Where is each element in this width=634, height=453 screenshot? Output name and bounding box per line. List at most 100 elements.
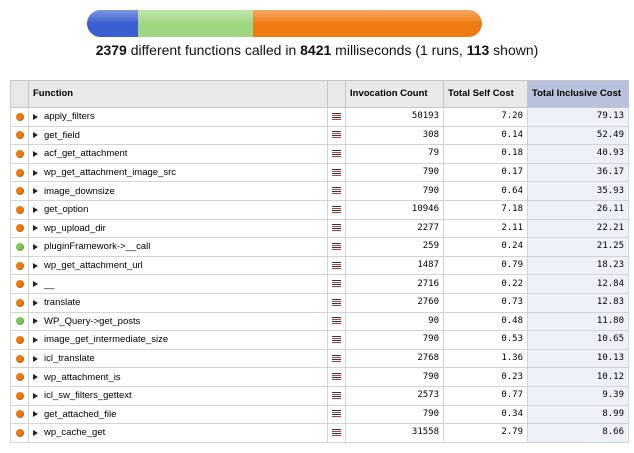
function-name-cell[interactable]: get_field — [28, 125, 328, 146]
source-file-icon[interactable] — [332, 261, 341, 270]
source-cell[interactable] — [327, 162, 346, 183]
source-file-icon[interactable] — [332, 317, 341, 325]
expand-triangle-icon[interactable] — [33, 206, 38, 213]
source-file-icon[interactable] — [332, 410, 341, 418]
function-name-cell[interactable]: icl_sw_filters_gettext — [28, 385, 328, 406]
function-name[interactable]: WP_Query->get_posts — [44, 316, 140, 327]
function-name[interactable]: image_downsize — [44, 186, 115, 197]
table-row[interactable]: get_field 308 0.14 52.49 — [10, 125, 629, 146]
table-row[interactable]: image_downsize 790 0.64 35.93 — [10, 181, 629, 201]
source-cell[interactable] — [327, 330, 346, 350]
table-row[interactable]: pluginFramework->__call 259 0.24 21.25 — [10, 237, 629, 257]
expand-triangle-icon[interactable] — [33, 225, 38, 232]
function-name[interactable]: icl_translate — [44, 353, 95, 364]
source-file-icon[interactable] — [332, 280, 341, 288]
header-total-self-cost[interactable]: Total Self Cost — [443, 80, 528, 108]
source-file-icon[interactable] — [332, 242, 341, 251]
expand-triangle-icon[interactable] — [33, 188, 38, 195]
source-cell[interactable] — [327, 311, 346, 332]
table-row[interactable]: __ 2716 0.22 12.84 — [10, 274, 629, 294]
table-row[interactable]: get_option 10946 7.18 26.11 — [10, 199, 629, 220]
source-file-icon[interactable] — [332, 205, 341, 214]
function-name-cell[interactable]: apply_filters — [28, 107, 328, 127]
function-name[interactable]: pluginFramework->__call — [44, 241, 150, 252]
source-file-icon[interactable] — [332, 187, 341, 195]
function-name-cell[interactable]: translate — [28, 292, 328, 313]
source-file-icon[interactable] — [332, 335, 341, 344]
expand-triangle-icon[interactable] — [33, 429, 38, 436]
header-invocation-count[interactable]: Invocation Count — [345, 80, 444, 108]
function-name-cell[interactable]: wp_cache_get — [28, 423, 328, 443]
source-cell[interactable] — [327, 125, 346, 146]
function-name-cell[interactable]: get_attached_file — [28, 404, 328, 425]
header-total-inclusive-cost[interactable]: Total Inclusive Cost — [527, 80, 629, 108]
function-name-cell[interactable]: wp_upload_dir — [28, 218, 328, 239]
source-cell[interactable] — [327, 367, 346, 387]
expand-triangle-icon[interactable] — [33, 150, 38, 157]
function-name[interactable]: wp_cache_get — [44, 427, 105, 438]
function-name[interactable]: image_get_intermediate_size — [44, 334, 168, 345]
table-row[interactable]: wp_attachment_is 790 0.23 10.12 — [10, 367, 629, 387]
table-row[interactable]: wp_get_attachment_url 1487 0.79 18.23 — [10, 255, 629, 276]
expand-triangle-icon[interactable] — [33, 374, 38, 381]
source-file-icon[interactable] — [332, 391, 341, 400]
table-row[interactable]: image_get_intermediate_size 790 0.53 10.65 — [10, 330, 629, 350]
source-cell[interactable] — [327, 237, 346, 257]
source-file-icon[interactable] — [332, 112, 341, 121]
source-cell[interactable] — [327, 404, 346, 425]
source-cell[interactable] — [327, 274, 346, 294]
table-row[interactable]: translate 2760 0.73 12.83 — [10, 292, 629, 313]
expand-triangle-icon[interactable] — [33, 113, 38, 120]
source-cell[interactable] — [327, 107, 346, 127]
table-row[interactable]: acf_get_attachment 79 0.18 40.93 — [10, 144, 629, 164]
source-cell[interactable] — [327, 181, 346, 201]
function-name[interactable]: acf_get_attachment — [44, 148, 127, 159]
function-name-cell[interactable]: get_option — [28, 199, 328, 220]
function-name[interactable]: apply_filters — [44, 111, 95, 122]
source-cell[interactable] — [327, 255, 346, 276]
function-name[interactable]: get_field — [44, 130, 80, 141]
expand-triangle-icon[interactable] — [33, 392, 38, 399]
function-name[interactable]: __ — [44, 279, 55, 290]
source-file-icon[interactable] — [332, 149, 341, 158]
source-cell[interactable] — [327, 199, 346, 220]
function-name-cell[interactable]: wp_get_attachment_image_src — [28, 162, 328, 183]
table-row[interactable]: icl_translate 2768 1.36 10.13 — [10, 348, 629, 369]
source-cell[interactable] — [327, 218, 346, 239]
function-name-cell[interactable]: acf_get_attachment — [28, 144, 328, 164]
source-file-icon[interactable] — [332, 168, 341, 177]
function-name-cell[interactable]: wp_get_attachment_url — [28, 255, 328, 276]
table-row[interactable]: icl_sw_filters_gettext 2573 0.77 9.39 — [10, 385, 629, 406]
table-row[interactable]: wp_get_attachment_image_src 790 0.17 36.17 — [10, 162, 629, 183]
source-cell[interactable] — [327, 385, 346, 406]
function-name-cell[interactable]: image_get_intermediate_size — [28, 330, 328, 350]
function-name-cell[interactable]: pluginFramework->__call — [28, 237, 328, 257]
expand-triangle-icon[interactable] — [33, 262, 38, 269]
function-name-cell[interactable]: wp_attachment_is — [28, 367, 328, 387]
expand-triangle-icon[interactable] — [33, 336, 38, 343]
source-file-icon[interactable] — [332, 298, 341, 307]
function-name[interactable]: translate — [44, 297, 80, 308]
function-name[interactable]: wp_get_attachment_image_src — [44, 167, 176, 178]
header-function[interactable]: Function — [28, 80, 328, 108]
source-file-icon[interactable] — [332, 131, 341, 139]
source-cell[interactable] — [327, 292, 346, 313]
source-cell[interactable] — [327, 348, 346, 369]
expand-triangle-icon[interactable] — [33, 132, 38, 139]
table-row[interactable]: wp_upload_dir 2277 2.11 22.21 — [10, 218, 629, 239]
function-name-cell[interactable]: __ — [28, 274, 328, 294]
source-cell[interactable] — [327, 423, 346, 443]
source-file-icon[interactable] — [332, 224, 341, 232]
table-row[interactable]: apply_filters 50193 7.20 79.13 — [10, 107, 629, 127]
source-file-icon[interactable] — [332, 373, 341, 381]
expand-triangle-icon[interactable] — [33, 299, 38, 306]
expand-triangle-icon[interactable] — [33, 318, 38, 325]
table-row[interactable]: WP_Query->get_posts 90 0.48 11.80 — [10, 311, 629, 332]
function-name-cell[interactable]: WP_Query->get_posts — [28, 311, 328, 332]
function-name[interactable]: icl_sw_filters_gettext — [44, 390, 132, 401]
function-name-cell[interactable]: image_downsize — [28, 181, 328, 201]
function-name[interactable]: wp_upload_dir — [44, 223, 106, 234]
expand-triangle-icon[interactable] — [33, 169, 38, 176]
table-row[interactable]: get_attached_file 790 0.34 8.99 — [10, 404, 629, 425]
source-cell[interactable] — [327, 144, 346, 164]
